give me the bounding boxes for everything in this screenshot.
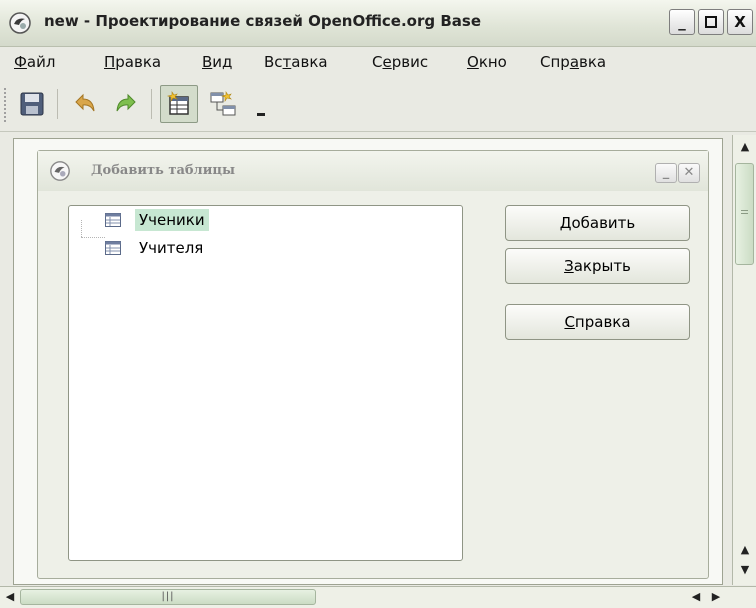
scroll-up-icon[interactable]: ▲ [735,137,755,157]
table-icon [105,241,121,255]
save-button[interactable] [13,85,51,123]
add-tables-dialog: Добавить таблицы _ ✕ Ученики Учителя Доб… [37,150,709,579]
table-icon [105,213,121,227]
maximize-button[interactable] [698,9,724,35]
horizontal-scrollbar[interactable]: ◀ ||| ◀ ▶ [0,586,756,608]
new-relation-icon [210,91,236,116]
toolbar-options-button[interactable] [250,85,272,123]
openoffice-base-icon [49,160,71,186]
add-tables-button[interactable] [160,85,198,123]
undo-icon [75,93,95,112]
menu-help[interactable]: Справка [540,53,606,71]
menu-insert[interactable]: Вставка [264,53,328,71]
openoffice-base-icon [8,11,32,35]
tree-item-label: Ученики [135,209,209,231]
toolbar-grip[interactable] [3,87,8,123]
undo-button[interactable] [66,85,104,123]
dialog-minimize-button[interactable]: _ [655,163,677,183]
new-relation-button[interactable] [204,85,242,123]
scroll-up-icon[interactable]: ▲ [735,540,755,560]
window-title: new - Проектирование связей OpenOffice.o… [44,12,481,30]
menu-file[interactable]: Файл [14,53,55,71]
tree-item-students[interactable]: Ученики [105,209,209,231]
tree-connector [81,220,83,237]
save-icon [20,92,44,116]
redo-button[interactable] [107,85,145,123]
scroll-right-icon[interactable]: ▶ [706,587,726,607]
menu-bar: Файл Правка Вид Вставка Сервис Окно Спра… [0,47,756,79]
toolbar [0,79,756,132]
tree-connector [81,237,105,239]
close-button[interactable]: Закрыть [505,248,690,284]
dialog-titlebar[interactable]: Добавить таблицы _ ✕ [38,151,708,191]
scroll-left-icon[interactable]: ◀ [0,587,20,607]
scroll-down-icon[interactable]: ▼ [735,560,755,580]
tree-item-teachers[interactable]: Учителя [105,237,207,259]
menu-tools[interactable]: Сервис [372,53,428,71]
maximize-icon [705,16,717,28]
help-button[interactable]: Справка [505,304,690,340]
dialog-close-button[interactable]: ✕ [678,163,700,183]
add-button[interactable]: Добавить [505,205,690,241]
toolbar-separator [151,89,152,119]
close-button[interactable]: X [727,9,753,35]
scroll-left-icon[interactable]: ◀ [686,587,706,607]
minimize-button[interactable]: _ [669,9,695,35]
menu-window[interactable]: Окно [467,53,507,71]
dialog-title: Добавить таблицы [91,163,235,178]
add-tables-icon [166,91,189,115]
redo-icon [116,93,136,112]
toolbar-separator [57,89,58,119]
toolbar-options-icon [257,113,265,116]
table-list[interactable]: Ученики Учителя [68,205,463,561]
vertical-scroll-thumb[interactable] [735,163,754,265]
vertical-scrollbar[interactable]: ▲ ▲ ▼ [732,135,756,585]
window-titlebar[interactable]: new - Проектирование связей OpenOffice.o… [0,0,756,47]
tree-item-label: Учителя [139,239,204,257]
menu-view[interactable]: Вид [202,53,232,71]
horizontal-scroll-thumb[interactable]: ||| [20,589,316,605]
menu-edit[interactable]: Правка [104,53,161,71]
